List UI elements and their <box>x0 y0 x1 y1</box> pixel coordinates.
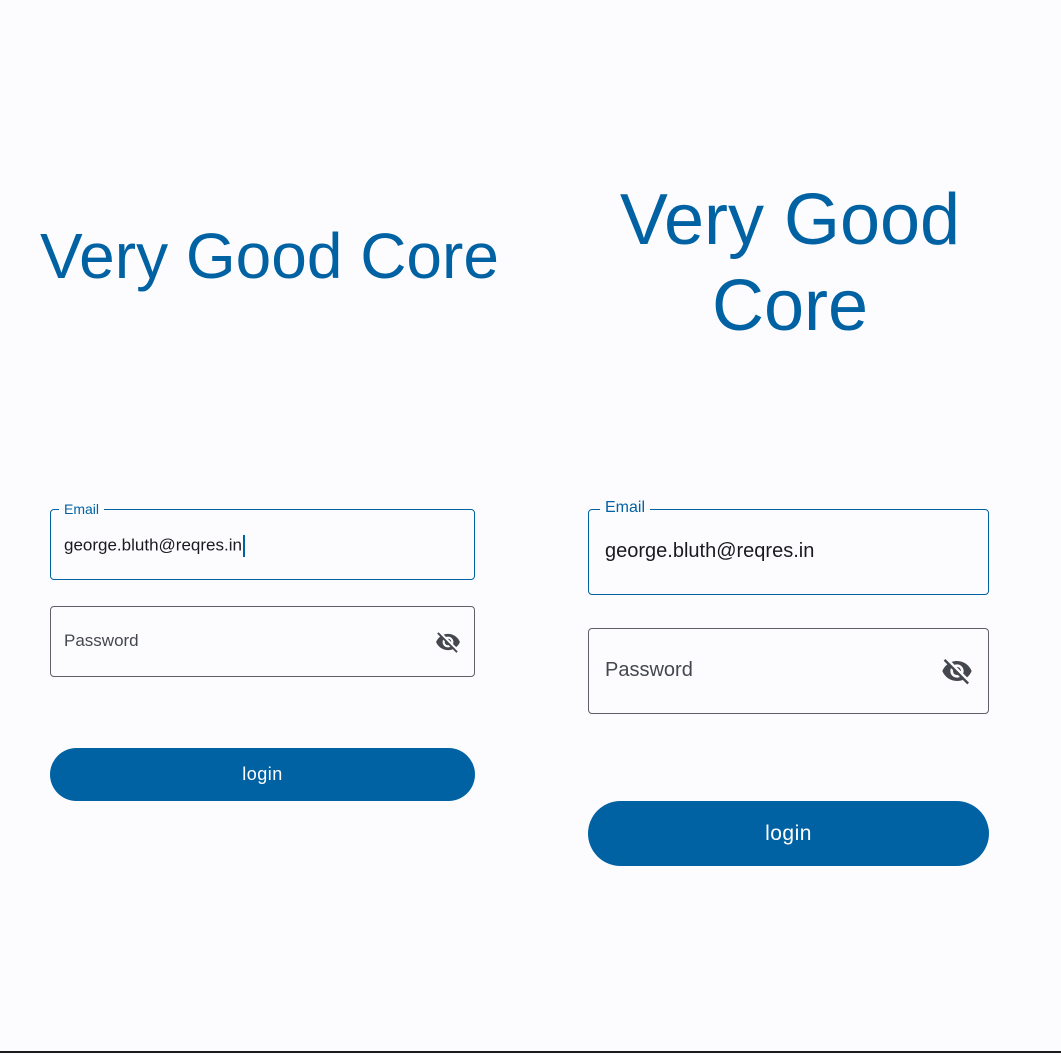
visibility-off-icon[interactable] <box>941 655 973 687</box>
email-value: george.bluth@reqres.in <box>64 535 242 555</box>
login-button[interactable]: login <box>50 748 475 801</box>
email-label: Email <box>600 500 651 516</box>
email-input[interactable]: george.bluth@reqres.in <box>64 535 245 557</box>
app-title: Very Good Core <box>40 220 499 292</box>
email-label: Email <box>59 501 105 517</box>
password-placeholder: Password <box>64 631 139 650</box>
login-button[interactable]: login <box>588 801 989 866</box>
password-placeholder: Password <box>605 659 693 681</box>
app-title: Very Good Core <box>619 180 961 346</box>
email-field[interactable]: Email george.bluth@reqres.in <box>588 500 989 595</box>
email-input[interactable]: george.bluth@reqres.in <box>605 540 814 563</box>
visibility-off-icon[interactable] <box>435 629 461 655</box>
bottom-divider <box>0 1051 1061 1053</box>
text-cursor <box>242 535 245 557</box>
password-field[interactable]: Password <box>50 606 475 677</box>
email-field[interactable]: Email george.bluth@reqres.in <box>50 501 475 580</box>
password-field[interactable]: Password <box>588 628 989 714</box>
